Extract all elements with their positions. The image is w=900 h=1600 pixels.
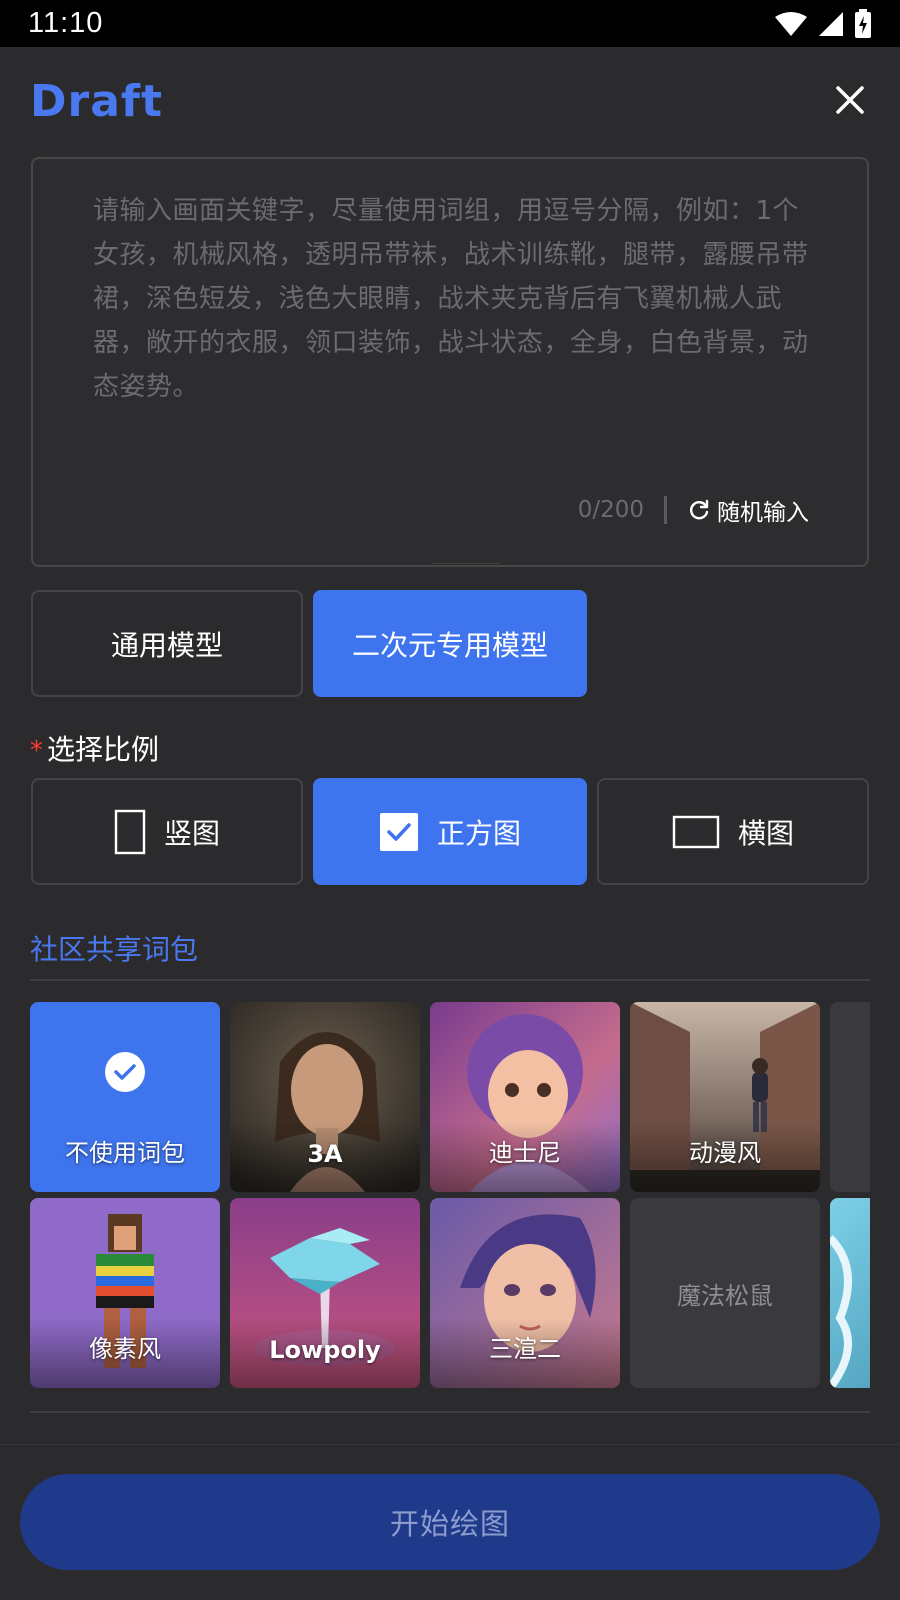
ratio-label: 正方图 [436, 816, 521, 850]
refresh-icon [690, 499, 709, 520]
ratio-landscape-button[interactable]: 横图 [597, 778, 869, 885]
battery-charging-icon [855, 8, 871, 38]
section-divider [30, 979, 870, 981]
required-mark: * [30, 736, 43, 766]
random-input-button[interactable]: 随机输入 [687, 493, 809, 527]
preset-pixel[interactable]: 像素风 [30, 1198, 220, 1388]
preset-label: 三渲二 [489, 1335, 561, 1363]
char-count: 0/200 [577, 497, 644, 523]
ratio-label: 竖图 [163, 816, 220, 850]
preset-lowpoly[interactable]: Lowpoly [230, 1198, 420, 1388]
preset-label: 不使用词包 [65, 1139, 185, 1167]
cellular-signal-icon [819, 11, 843, 36]
preset-label: 动漫风 [689, 1139, 761, 1167]
start-drawing-label: 开始绘图 [389, 1507, 510, 1541]
close-button[interactable] [830, 80, 870, 120]
ratio-label: 横图 [737, 816, 794, 850]
preset-none[interactable]: 不使用词包 [30, 1002, 220, 1192]
preset-cel-shaded[interactable]: 三渲二 [430, 1198, 620, 1388]
ratio-portrait-button[interactable]: 竖图 [31, 778, 303, 885]
ratio-label-text: 选择比例 [47, 733, 160, 766]
status-time: 11:10 [28, 7, 104, 39]
preset-label: 魔法松鼠 [677, 1281, 773, 1310]
preset-partial-tile[interactable] [830, 1198, 870, 1388]
checkbox-checked-icon [379, 812, 418, 851]
status-bar: 11:10 [0, 0, 900, 47]
wifi-icon [775, 11, 807, 36]
status-icons [774, 8, 872, 39]
random-input-label: 随机输入 [717, 500, 809, 526]
check-circle-icon [105, 1052, 145, 1092]
preset-label: 3A [307, 1140, 343, 1168]
close-icon [836, 86, 864, 114]
preset-label: 迪士尼 [489, 1139, 561, 1167]
ratio-section-label: * 选择比例 [30, 728, 159, 768]
tab-label: 二次元专用模型 [351, 628, 548, 662]
app-logo: Draft [30, 76, 164, 127]
start-drawing-button[interactable]: 开始绘图 [20, 1474, 880, 1570]
portrait-frame-icon [114, 809, 146, 854]
prompt-placeholder: 请输入画面关键字，尽量使用词组，用逗号分隔，例如：1个女孩，机械风格，透明吊带袜… [93, 196, 809, 402]
tab-label: 通用模型 [110, 628, 223, 662]
partial-thumbnail [830, 1198, 870, 1388]
preset-disney[interactable]: 迪士尼 [430, 1002, 620, 1192]
prompt-footer: 0/200 随机输入 [578, 493, 809, 527]
preset-partial-tile[interactable] [830, 1002, 870, 1192]
tab-anime-model[interactable]: 二次元专用模型 [313, 590, 587, 697]
preset-3a[interactable]: 3A [230, 1002, 420, 1192]
preset-grid: 不使用词包 3A 迪士尼 动漫风 像素风 Lowpoly 三渲二 魔法松鼠 [30, 1002, 870, 1392]
ratio-square-button[interactable]: 正方图 [313, 778, 587, 885]
footer-divider [664, 496, 667, 524]
prompt-input[interactable]: 请输入画面关键字，尽量使用词组，用逗号分隔，例如：1个女孩，机械风格，透明吊带袜… [31, 157, 869, 567]
preset-label: Lowpoly [269, 1336, 381, 1364]
tab-general-model[interactable]: 通用模型 [31, 590, 303, 697]
preset-anime[interactable]: 动漫风 [630, 1002, 820, 1192]
preset-label: 像素风 [89, 1335, 161, 1363]
landscape-frame-icon [672, 815, 720, 848]
section-divider [30, 1411, 870, 1413]
preset-magic-squirrel[interactable]: 魔法松鼠 [630, 1198, 820, 1388]
resize-handle[interactable] [433, 563, 499, 569]
community-presets-title: 社区共享词包 [30, 933, 199, 966]
